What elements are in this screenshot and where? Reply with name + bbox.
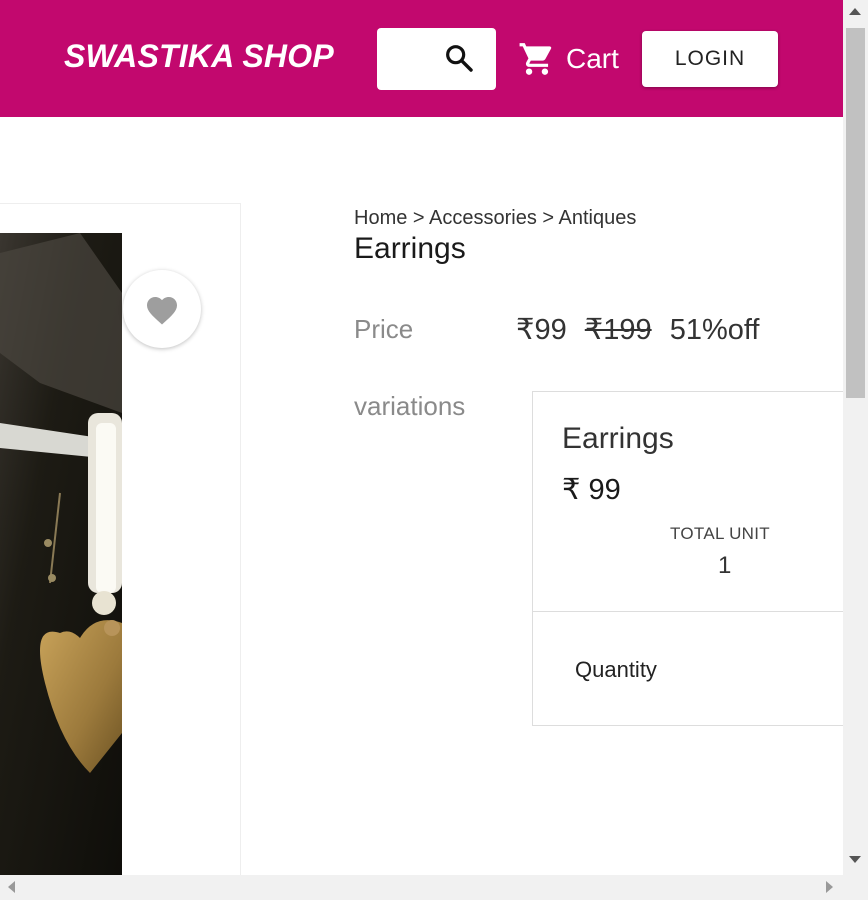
- top-header: SWASTIKA SHOP Cart LOGIN: [0, 0, 843, 117]
- price-label: Price: [354, 314, 414, 344]
- price-original: ₹199: [584, 314, 652, 346]
- heart-icon: [147, 297, 177, 325]
- variation-name: Earrings: [562, 422, 674, 455]
- variation-summary: Earrings ₹ 99 TOTAL UNIT 1: [533, 392, 843, 612]
- product-image: [0, 233, 122, 875]
- discount-badge: 51%off: [669, 314, 760, 346]
- brand-logo[interactable]: SWASTIKA SHOP: [64, 38, 334, 75]
- quantity-label: Quantity: [575, 657, 657, 682]
- search-button[interactable]: [377, 28, 496, 90]
- variation-card[interactable]: Earrings ₹ 99 TOTAL UNIT 1 Quantity: [532, 391, 843, 726]
- scroll-down-icon[interactable]: [849, 856, 861, 863]
- price-row: ₹99 ₹199 51%off: [516, 312, 769, 347]
- vertical-scrollbar-thumb[interactable]: [846, 28, 865, 398]
- breadcrumb[interactable]: Home > Accessories > Antiques: [354, 207, 636, 230]
- wishlist-button[interactable]: [123, 270, 201, 348]
- scroll-right-icon[interactable]: [826, 881, 833, 893]
- cart-label: Cart: [566, 43, 619, 74]
- total-unit-label: TOTAL UNIT: [670, 524, 770, 543]
- earrings-photo: [0, 233, 122, 875]
- cart-link[interactable]: Cart: [518, 40, 619, 78]
- price-current: ₹99: [516, 314, 567, 346]
- page-viewport: SWASTIKA SHOP Cart LOGIN Home > Accessor…: [0, 0, 843, 875]
- product-title: Earrings: [354, 232, 466, 265]
- scrollbar-corner: [843, 875, 868, 900]
- scroll-up-icon[interactable]: [849, 8, 861, 15]
- variations-label: variations: [354, 391, 466, 421]
- variation-price: ₹ 99: [562, 474, 621, 506]
- cart-icon: [519, 43, 552, 75]
- scroll-left-icon[interactable]: [8, 881, 15, 893]
- total-unit-value: 1: [718, 552, 732, 579]
- search-icon: [446, 45, 473, 72]
- login-button[interactable]: LOGIN: [642, 31, 778, 87]
- horizontal-scrollbar[interactable]: [0, 875, 843, 900]
